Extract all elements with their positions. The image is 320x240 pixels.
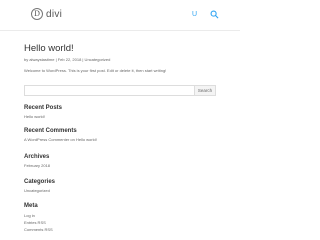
category-link[interactable]: Uncategorized (24, 188, 55, 193)
login-link[interactable]: Log in (24, 212, 53, 219)
user-icon[interactable]: U (192, 10, 197, 19)
archive-link[interactable]: February 2018 (24, 163, 50, 168)
post-meta: by alwaystastime | Feb 22, 2018 | Uncate… (24, 57, 111, 62)
search-form: Search (24, 85, 216, 96)
widget-title: Categories (24, 179, 56, 185)
header-icons: U (192, 10, 219, 19)
site-logo[interactable]: D divi (31, 8, 62, 20)
recent-posts-widget: Recent Posts Hello world! (24, 104, 62, 119)
comments-rss-link[interactable]: Comments RSS (24, 226, 53, 233)
recent-comments-widget: Recent Comments A WordPress Commenter on… (24, 127, 97, 142)
widget-title: Recent Comments (24, 128, 77, 134)
search-icon[interactable] (210, 10, 219, 19)
widget-title: Recent Posts (24, 105, 63, 111)
categories-widget: Categories Uncategorized (24, 178, 55, 193)
logo-text: divi (46, 8, 63, 20)
post-title[interactable]: Hello world! (24, 43, 215, 54)
meta-widget: Meta Log in Entries RSS Comments RSS (24, 202, 53, 233)
main-content: Hello world! by alwaystastime | Feb 22, … (24, 43, 215, 73)
widget-title: Meta (24, 203, 38, 209)
recent-post-link[interactable]: Hello world! (24, 114, 62, 119)
recent-comment-link[interactable]: A WordPress Commenter on Hello world! (24, 137, 97, 142)
entries-rss-link[interactable]: Entries RSS (24, 219, 53, 226)
search-input[interactable] (24, 85, 194, 96)
archives-widget: Archives February 2018 (24, 153, 50, 168)
search-button[interactable]: Search (194, 85, 216, 96)
logo-mark-icon: D (31, 8, 43, 20)
post-body: Welcome to WordPress. This is your first… (24, 68, 167, 73)
site-header: D divi U (0, 0, 240, 30)
widget-title: Archives (24, 154, 50, 160)
